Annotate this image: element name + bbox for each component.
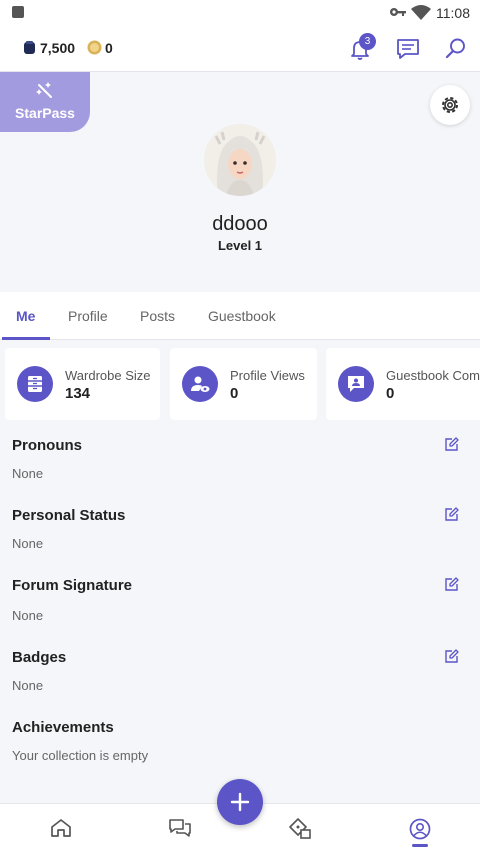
gear-icon [442, 97, 458, 113]
section-title-personal-status: Personal Status [12, 507, 126, 524]
search-icon[interactable] [445, 37, 467, 59]
plus-icon [230, 792, 250, 812]
coin-icon [87, 40, 102, 55]
stat-label: Guestbook Com [386, 368, 480, 383]
gems-icon [24, 41, 35, 54]
wardrobe-icon-badge [17, 366, 53, 402]
edit-pronouns-icon[interactable] [444, 437, 459, 452]
top-bar: 7,500 0 3 [0, 26, 480, 72]
wardrobe-icon [28, 376, 42, 392]
stat-value: 0 [230, 385, 239, 402]
stat-value: 134 [65, 385, 91, 402]
notification-count-badge: 3 [359, 33, 376, 50]
section-title-badges: Badges [12, 649, 67, 666]
section-value-badges: None [12, 678, 44, 693]
app-notification-icon [12, 6, 24, 18]
profile-tabs: Me Profile Posts Guestbook [0, 292, 480, 340]
active-tab-indicator [2, 337, 50, 340]
stat-label: Wardrobe Size [65, 368, 151, 383]
avatar-portrait-image [204, 124, 276, 196]
tab-profile[interactable]: Profile [68, 308, 108, 324]
edit-badges-icon[interactable] [444, 649, 459, 664]
chat-icon[interactable] [396, 38, 420, 60]
coins-balance: 0 [105, 40, 113, 56]
profile-views-icon [191, 376, 210, 392]
shop-icon[interactable] [288, 818, 312, 840]
create-button[interactable] [217, 779, 263, 825]
user-level: Level 1 [217, 238, 263, 253]
magic-wand-icon [36, 82, 52, 98]
settings-button[interactable] [430, 85, 470, 125]
forum-icon[interactable] [168, 818, 192, 838]
profile-views-icon-badge [182, 366, 218, 402]
guestbook-comment-icon [348, 376, 364, 392]
section-value-personal-status: None [12, 536, 44, 551]
key-icon [390, 8, 406, 16]
edit-personal-status-icon[interactable] [444, 507, 459, 522]
active-nav-indicator [412, 844, 428, 847]
stat-label: Profile Views [230, 368, 305, 383]
status-bar: 11:08 [0, 0, 480, 26]
stat-card-wardrobe[interactable]: Wardrobe Size 134 [5, 348, 160, 420]
starpass-button[interactable]: StarPass [0, 72, 90, 132]
section-value-pronouns: None [12, 466, 44, 481]
section-value-achievements: Your collection is empty [12, 748, 149, 763]
stat-card-guestbook[interactable]: Guestbook Com 0 [326, 348, 480, 420]
profile-icon[interactable] [409, 818, 431, 840]
tab-guestbook[interactable]: Guestbook [208, 308, 276, 324]
starpass-label: StarPass [15, 105, 75, 121]
section-title-achievements: Achievements [12, 719, 114, 736]
avatar[interactable] [204, 124, 276, 196]
guestbook-icon-badge [338, 366, 374, 402]
wifi-icon [411, 5, 431, 20]
tab-me[interactable]: Me [16, 308, 35, 324]
username: ddooo [212, 213, 268, 235]
gems-balance: 7,500 [40, 40, 76, 56]
tab-posts[interactable]: Posts [140, 308, 175, 324]
section-title-pronouns: Pronouns [12, 437, 82, 454]
edit-forum-signature-icon[interactable] [444, 577, 459, 592]
status-time: 11:08 [436, 5, 470, 21]
stat-value: 0 [386, 385, 395, 402]
section-title-forum-signature: Forum Signature [12, 577, 133, 594]
home-icon[interactable] [50, 818, 72, 838]
section-value-forum-signature: None [12, 608, 44, 623]
stat-card-profile-views[interactable]: Profile Views 0 [170, 348, 317, 420]
